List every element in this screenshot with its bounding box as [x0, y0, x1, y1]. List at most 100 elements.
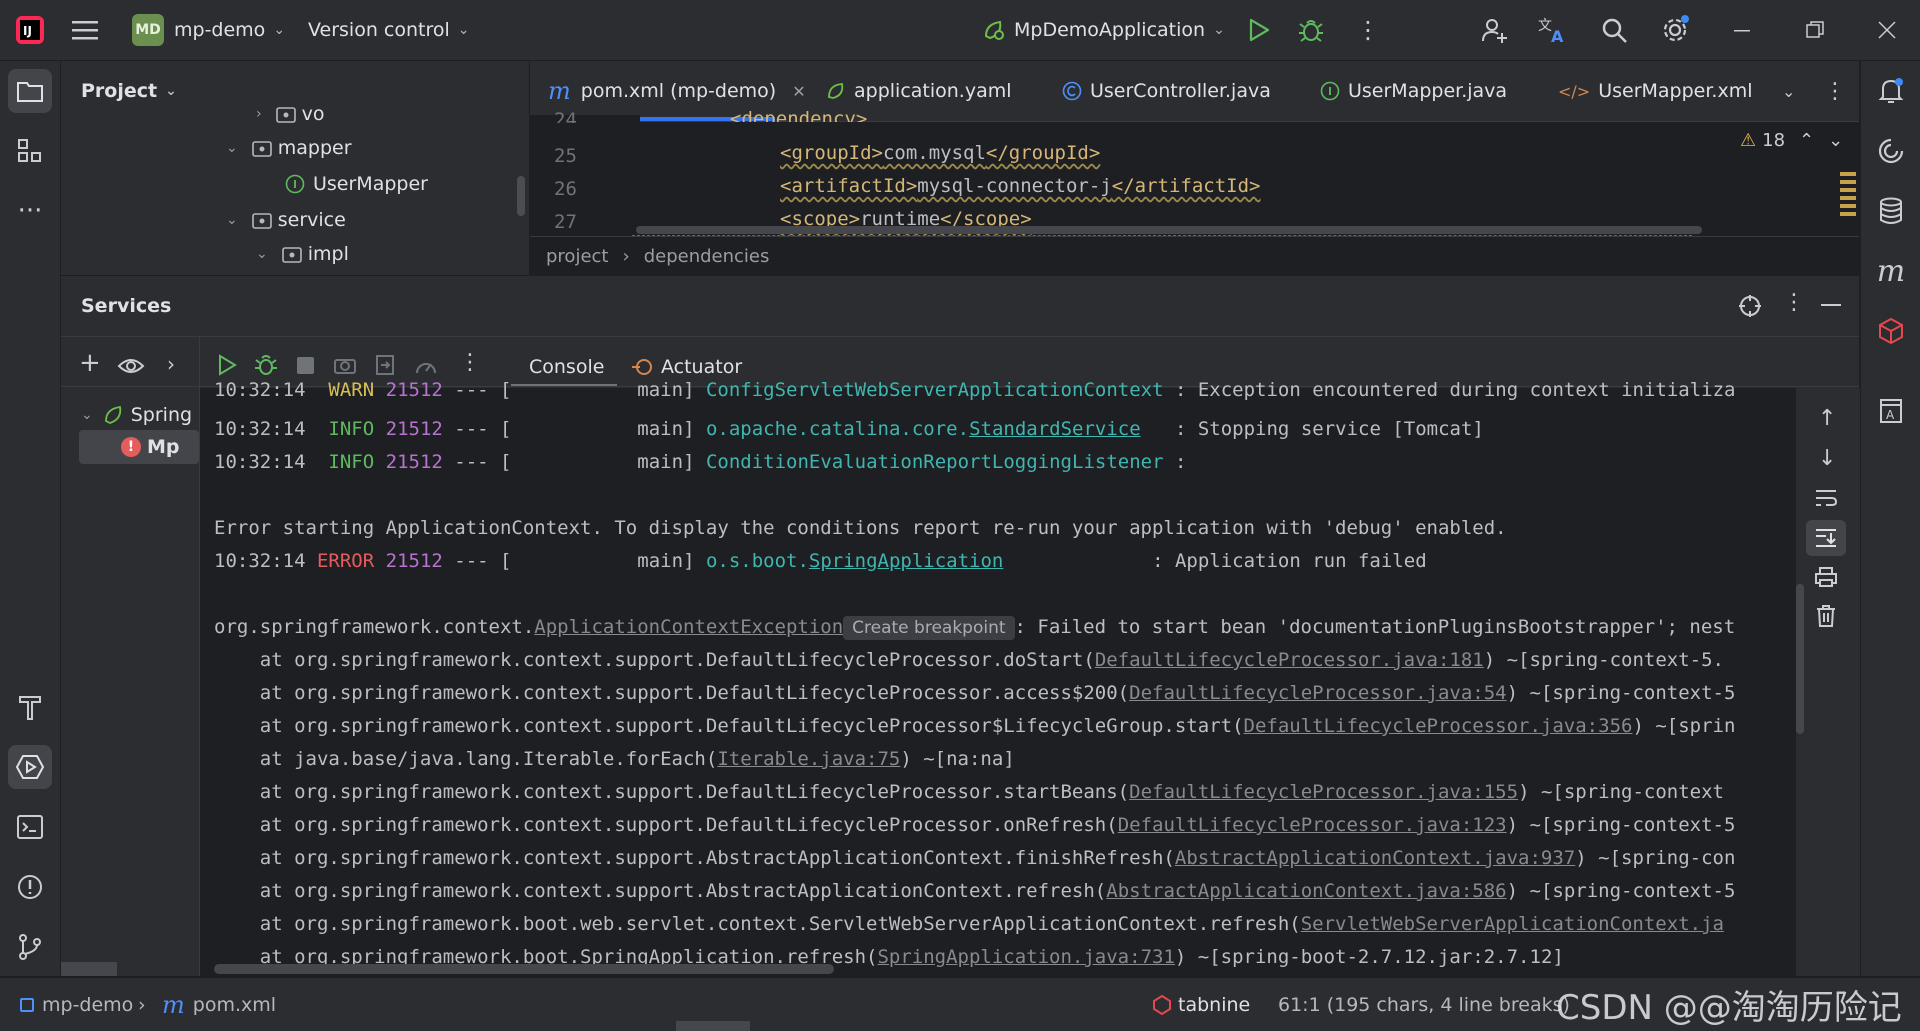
- trash-icon[interactable]: [1815, 604, 1837, 633]
- inspection-widget[interactable]: ⚠ 18 ⌃ ⌄: [1740, 130, 1843, 151]
- camera-icon[interactable]: [333, 355, 357, 380]
- create-breakpoint-tooltip[interactable]: Create breakpoint: [843, 616, 1015, 640]
- git-tool-icon[interactable]: [8, 925, 52, 969]
- project-panel-header[interactable]: Project ⌄: [81, 61, 177, 121]
- source-link[interactable]: DefaultLifecycleProcessor.java:181: [1095, 649, 1484, 671]
- run-config-selector[interactable]: MpDemoApplication ⌄: [982, 0, 1225, 60]
- run-icon[interactable]: [1248, 0, 1270, 60]
- export-icon[interactable]: [375, 354, 395, 381]
- minimize-icon[interactable]: [1734, 0, 1750, 60]
- soft-wrap-icon[interactable]: [1814, 488, 1838, 513]
- hamburger-menu-icon[interactable]: [72, 0, 98, 60]
- rerun-icon[interactable]: [216, 354, 238, 381]
- editor-h-scrollbar[interactable]: [636, 226, 1702, 234]
- vcs-menu[interactable]: Version control ⌄: [308, 0, 470, 60]
- tabs-dropdown-icon[interactable]: ⌄: [1782, 61, 1795, 121]
- warnings-count: 18: [1762, 130, 1786, 151]
- services-tool-icon[interactable]: [8, 745, 52, 789]
- code-region[interactable]: <dependency> <groupId>com.mysql</groupId…: [632, 108, 1692, 236]
- problems-tool-icon[interactable]: [8, 865, 52, 909]
- console-h-scrollbar[interactable]: [214, 964, 834, 974]
- services-tree-app[interactable]: ! Mp: [79, 430, 199, 464]
- source-link[interactable]: DefaultLifecycleProcessor.java:155: [1129, 781, 1518, 803]
- tabnine-widget[interactable]: tabnine: [1152, 978, 1250, 1031]
- xml-icon: </>: [1558, 81, 1591, 101]
- actuator-icon: [631, 357, 653, 377]
- logger-link[interactable]: SpringApplication: [809, 550, 1003, 572]
- eye-icon[interactable]: [117, 356, 145, 381]
- services-more-icon[interactable]: ⋮: [1783, 290, 1805, 315]
- restore-icon[interactable]: [1806, 0, 1824, 60]
- interface-icon: [1320, 81, 1340, 101]
- add-user-icon[interactable]: [1480, 0, 1508, 60]
- gauge-icon[interactable]: [414, 355, 438, 382]
- arrow-down-icon[interactable]: ↓: [1818, 446, 1836, 471]
- maven-tool-icon[interactable]: m: [1869, 249, 1913, 293]
- search-icon[interactable]: [1600, 0, 1628, 60]
- stop-icon[interactable]: [297, 357, 314, 374]
- database-icon[interactable]: [1869, 189, 1913, 233]
- source-link[interactable]: DefaultLifecycleProcessor.java:54: [1129, 682, 1507, 704]
- chevron-right-icon[interactable]: ›: [167, 352, 175, 376]
- console-more-icon[interactable]: ⋮: [459, 350, 481, 375]
- status-breadcrumb-project[interactable]: mp-demo: [20, 978, 133, 1031]
- services-minimize-icon[interactable]: [1821, 304, 1841, 306]
- services-tree-spring[interactable]: ⌄ Spring: [81, 404, 192, 426]
- source-link[interactable]: DefaultLifecycleProcessor.java:123: [1118, 814, 1507, 836]
- tabs-more-icon[interactable]: ⋮: [1824, 61, 1846, 121]
- more-icon[interactable]: ⋮: [1356, 0, 1380, 60]
- print-icon[interactable]: [1814, 566, 1838, 593]
- tree-h-scrollbar[interactable]: [61, 962, 117, 976]
- package-icon: [275, 105, 296, 123]
- tree-item-mapper[interactable]: ⌄ mapper: [226, 131, 352, 165]
- breadcrumb-item[interactable]: dependencies: [644, 246, 770, 267]
- reader-mode-icon[interactable]: A: [1869, 389, 1913, 433]
- redis-icon[interactable]: [1869, 309, 1913, 353]
- translate-icon[interactable]: 文A: [1538, 0, 1568, 60]
- debug-icon[interactable]: [1298, 0, 1324, 60]
- source-link[interactable]: SpringApplication.java:731: [877, 946, 1174, 968]
- source-link[interactable]: AbstractApplicationContext.java:586: [1106, 880, 1506, 902]
- source-link[interactable]: AbstractApplicationContext.java:937: [1175, 847, 1575, 869]
- structure-tool-icon[interactable]: [8, 129, 52, 173]
- error-stripe[interactable]: [1840, 172, 1856, 220]
- ai-assistant-icon[interactable]: [1869, 129, 1913, 173]
- settings-icon[interactable]: [1660, 0, 1690, 60]
- project-switcher[interactable]: MD mp-demo ⌄: [132, 0, 285, 60]
- debug-icon[interactable]: [254, 353, 278, 382]
- caret-position[interactable]: 61:1 (195 chars, 4 line breaks): [1278, 978, 1570, 1031]
- build-tool-icon[interactable]: [8, 685, 52, 729]
- chevron-down-icon[interactable]: ⌄: [1828, 130, 1843, 151]
- stack-frame: at org.springframework.context.support.D…: [214, 781, 1724, 803]
- source-link[interactable]: Iterable.java:75: [717, 748, 900, 770]
- tab-usermapper-xml[interactable]: </> UserMapper.xml: [1558, 61, 1753, 121]
- tree-item-vo[interactable]: › vo: [256, 97, 324, 131]
- run-config-label: MpDemoApplication: [1014, 19, 1206, 41]
- project-scrollbar[interactable]: [517, 176, 525, 216]
- tree-item-impl[interactable]: ⌄ impl: [256, 239, 349, 269]
- tab-usercontroller-java[interactable]: UserController.java: [1062, 61, 1271, 121]
- arrow-up-icon[interactable]: ↑: [1818, 406, 1836, 431]
- project-tool-icon[interactable]: [8, 69, 52, 113]
- add-service-icon[interactable]: +: [79, 350, 101, 376]
- target-icon[interactable]: [1738, 294, 1762, 323]
- console-v-scrollbar[interactable]: [1796, 584, 1804, 734]
- exception-class-link[interactable]: ApplicationContextException: [534, 616, 843, 638]
- more-tools-icon[interactable]: ···: [8, 189, 52, 233]
- code-line-25: <groupId>com.mysql</groupId>: [780, 142, 1101, 164]
- notifications-icon[interactable]: [1869, 69, 1913, 113]
- tree-item-usermapper[interactable]: UserMapper: [285, 167, 428, 201]
- tab-usermapper-java[interactable]: UserMapper.java: [1320, 61, 1507, 121]
- app-logo-icon[interactable]: IJ: [14, 0, 46, 60]
- close-icon[interactable]: [1878, 0, 1896, 60]
- tree-item-service[interactable]: ⌄ service: [226, 203, 346, 237]
- source-link[interactable]: ServletWebServerApplicationContext.ja: [1301, 913, 1724, 935]
- status-breadcrumb-file[interactable]: m pom.xml: [162, 978, 276, 1031]
- close-tab-icon[interactable]: ✕: [792, 82, 805, 101]
- scroll-to-end-icon[interactable]: [1806, 520, 1846, 556]
- source-link[interactable]: DefaultLifecycleProcessor.java:356: [1244, 715, 1633, 737]
- breadcrumb-item[interactable]: project: [546, 246, 608, 267]
- terminal-tool-icon[interactable]: [8, 805, 52, 849]
- logger-link[interactable]: StandardService: [969, 418, 1141, 440]
- chevron-up-icon[interactable]: ⌃: [1799, 130, 1814, 151]
